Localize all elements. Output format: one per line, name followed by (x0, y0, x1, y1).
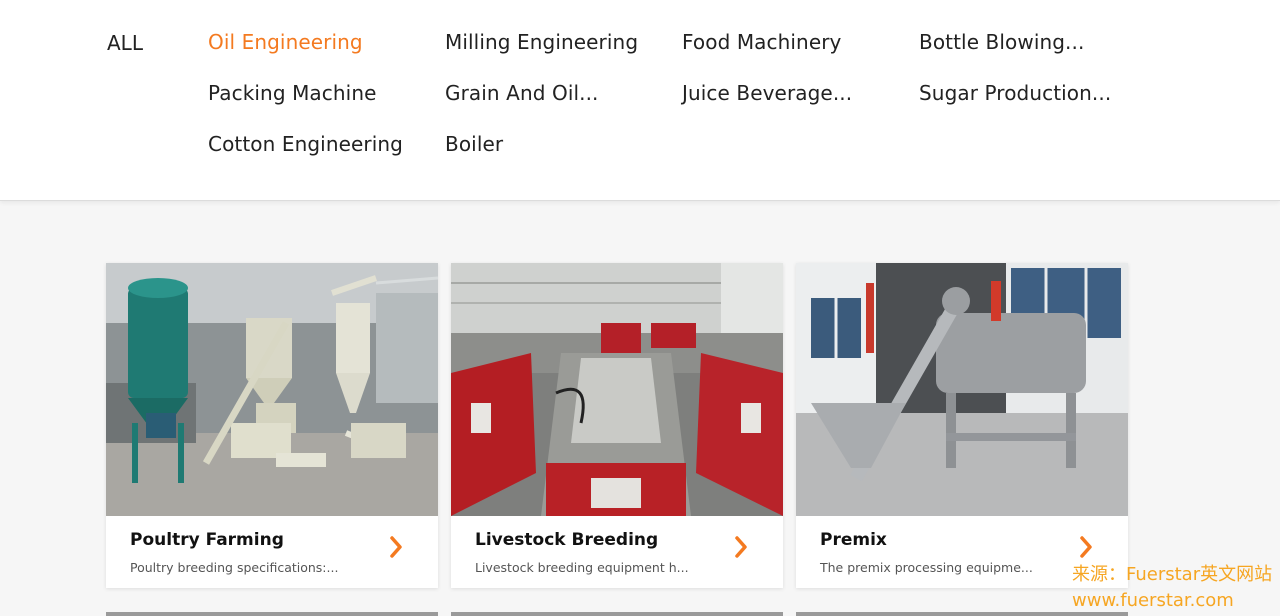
category-all[interactable]: ALL (107, 31, 143, 55)
next-row-card-edge (106, 612, 438, 616)
product-image-livestock-breeding (451, 263, 783, 516)
product-card-grid: Poultry Farming Poultry breeding specifi… (106, 263, 1128, 588)
product-title: Poultry Farming (130, 530, 284, 550)
product-image-poultry-farming (106, 263, 438, 516)
category-milling-engineering[interactable]: Milling Engineering (445, 30, 638, 54)
category-oil-engineering[interactable]: Oil Engineering (208, 30, 363, 54)
source-watermark: 来源：Fuerstar英文网站 www.fuerstar.com (1072, 562, 1272, 614)
category-bottle-blowing[interactable]: Bottle Blowing... (919, 30, 1084, 54)
product-card-poultry-farming[interactable]: Poultry Farming Poultry breeding specifi… (106, 263, 438, 588)
category-food-machinery[interactable]: Food Machinery (682, 30, 842, 54)
watermark-line-2: www.fuerstar.com (1072, 590, 1234, 611)
product-description: Livestock breeding equipment h... (475, 560, 689, 575)
product-image-premix (796, 263, 1128, 516)
chevron-right-icon[interactable] (733, 535, 749, 559)
product-title: Livestock Breeding (475, 530, 659, 550)
watermark-line-1: 来源：Fuerstar英文网站 (1072, 564, 1273, 585)
category-cotton-engineering[interactable]: Cotton Engineering (208, 132, 403, 156)
next-row-card-edge (451, 612, 783, 616)
category-filter-bar: ALL Oil Engineering Milling Engineering … (0, 0, 1280, 201)
chevron-right-icon[interactable] (388, 535, 404, 559)
category-packing-machine[interactable]: Packing Machine (208, 81, 377, 105)
chevron-right-icon[interactable] (1078, 535, 1094, 559)
product-title: Premix (820, 530, 887, 550)
category-juice-beverage[interactable]: Juice Beverage... (682, 81, 852, 105)
product-card-premix[interactable]: Premix The premix processing equipme... (796, 263, 1128, 588)
product-description: Poultry breeding specifications:... (130, 560, 339, 575)
category-grain-and-oil[interactable]: Grain And Oil... (445, 81, 599, 105)
product-description: The premix processing equipme... (820, 560, 1033, 575)
product-card-livestock-breeding[interactable]: Livestock Breeding Livestock breeding eq… (451, 263, 783, 588)
category-sugar-production[interactable]: Sugar Production... (919, 81, 1111, 105)
category-boiler[interactable]: Boiler (445, 132, 503, 156)
